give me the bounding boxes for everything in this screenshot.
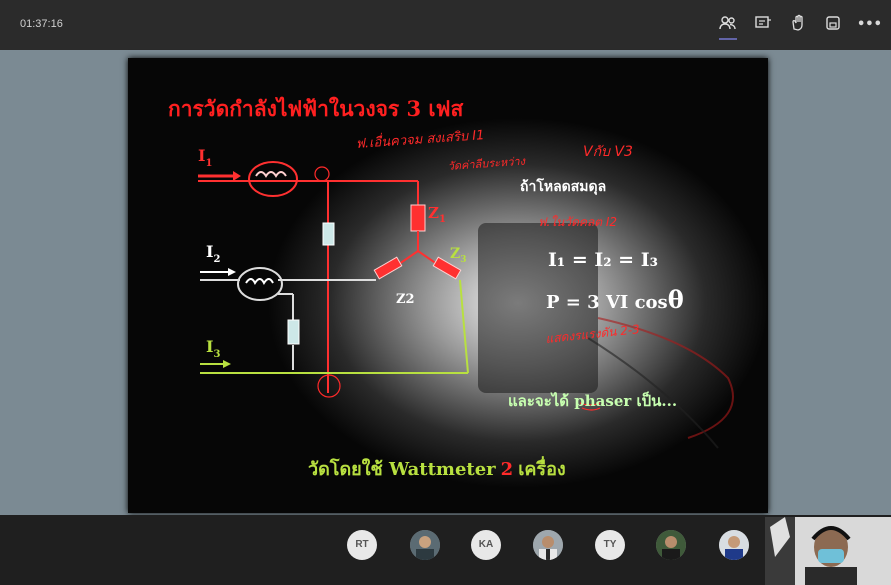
participants-icon[interactable] [717,14,739,36]
label-i2: I2 [206,242,220,265]
wattmeter-2-resistor [287,319,300,345]
participant-strip [0,515,891,585]
label-i1: I1 [198,146,212,169]
self-view-video[interactable] [765,517,891,585]
participant-avatar-photo-4[interactable] [719,530,749,560]
slide-canvas: การวัดกำลังไฟฟ้าในวงจร 3 เฟส I1 Z1 Z2 Z3… [168,96,768,488]
meeting-top-bar: 01:37:16 ••• [0,0,891,50]
wattmeter-1-resistor [322,222,335,246]
balanced-load-text: ถ้าโหลดสมดุล [520,177,606,195]
meeting-timer: 01:37:16 [20,18,63,30]
handwriting-note-3: Vกับ V3 [583,144,633,160]
wattmeter-1-coil [248,161,298,197]
current-equation: I₁ = I₂ = I₃ [548,249,658,271]
participant-avatar-ty[interactable]: TY [595,530,625,560]
handwriting-note-4: ฟ.ในวัดคลต I2 [538,215,617,229]
participant-avatar-ka[interactable]: KA [471,530,501,560]
slide-title: การวัดกำลังไฟฟ้าในวงจร 3 เฟส [168,96,463,121]
phaser-text: และจะได้ phaser เป็น... [508,391,677,410]
share-tray-icon[interactable] [822,14,844,36]
participant-avatar-photo-2[interactable] [533,530,563,560]
label-z2: Z2 [396,292,415,307]
slide-footer: วัดโดยใช้ Wattmeter 2 เครื่อง [308,456,566,480]
raise-hand-icon[interactable] [787,14,809,36]
participant-avatar-photo-3[interactable] [656,530,686,560]
participants-active-indicator [719,38,737,40]
participant-avatar-photo-1[interactable] [410,530,440,560]
participant-avatar-rt[interactable]: RT [347,530,377,560]
chat-icon[interactable] [752,14,774,36]
shared-slide: การวัดกำลังไฟฟ้าในวงจร 3 เฟส I1 Z1 Z2 Z3… [128,58,768,513]
more-options-icon[interactable]: ••• [857,14,882,36]
label-i3: I3 [206,337,220,360]
